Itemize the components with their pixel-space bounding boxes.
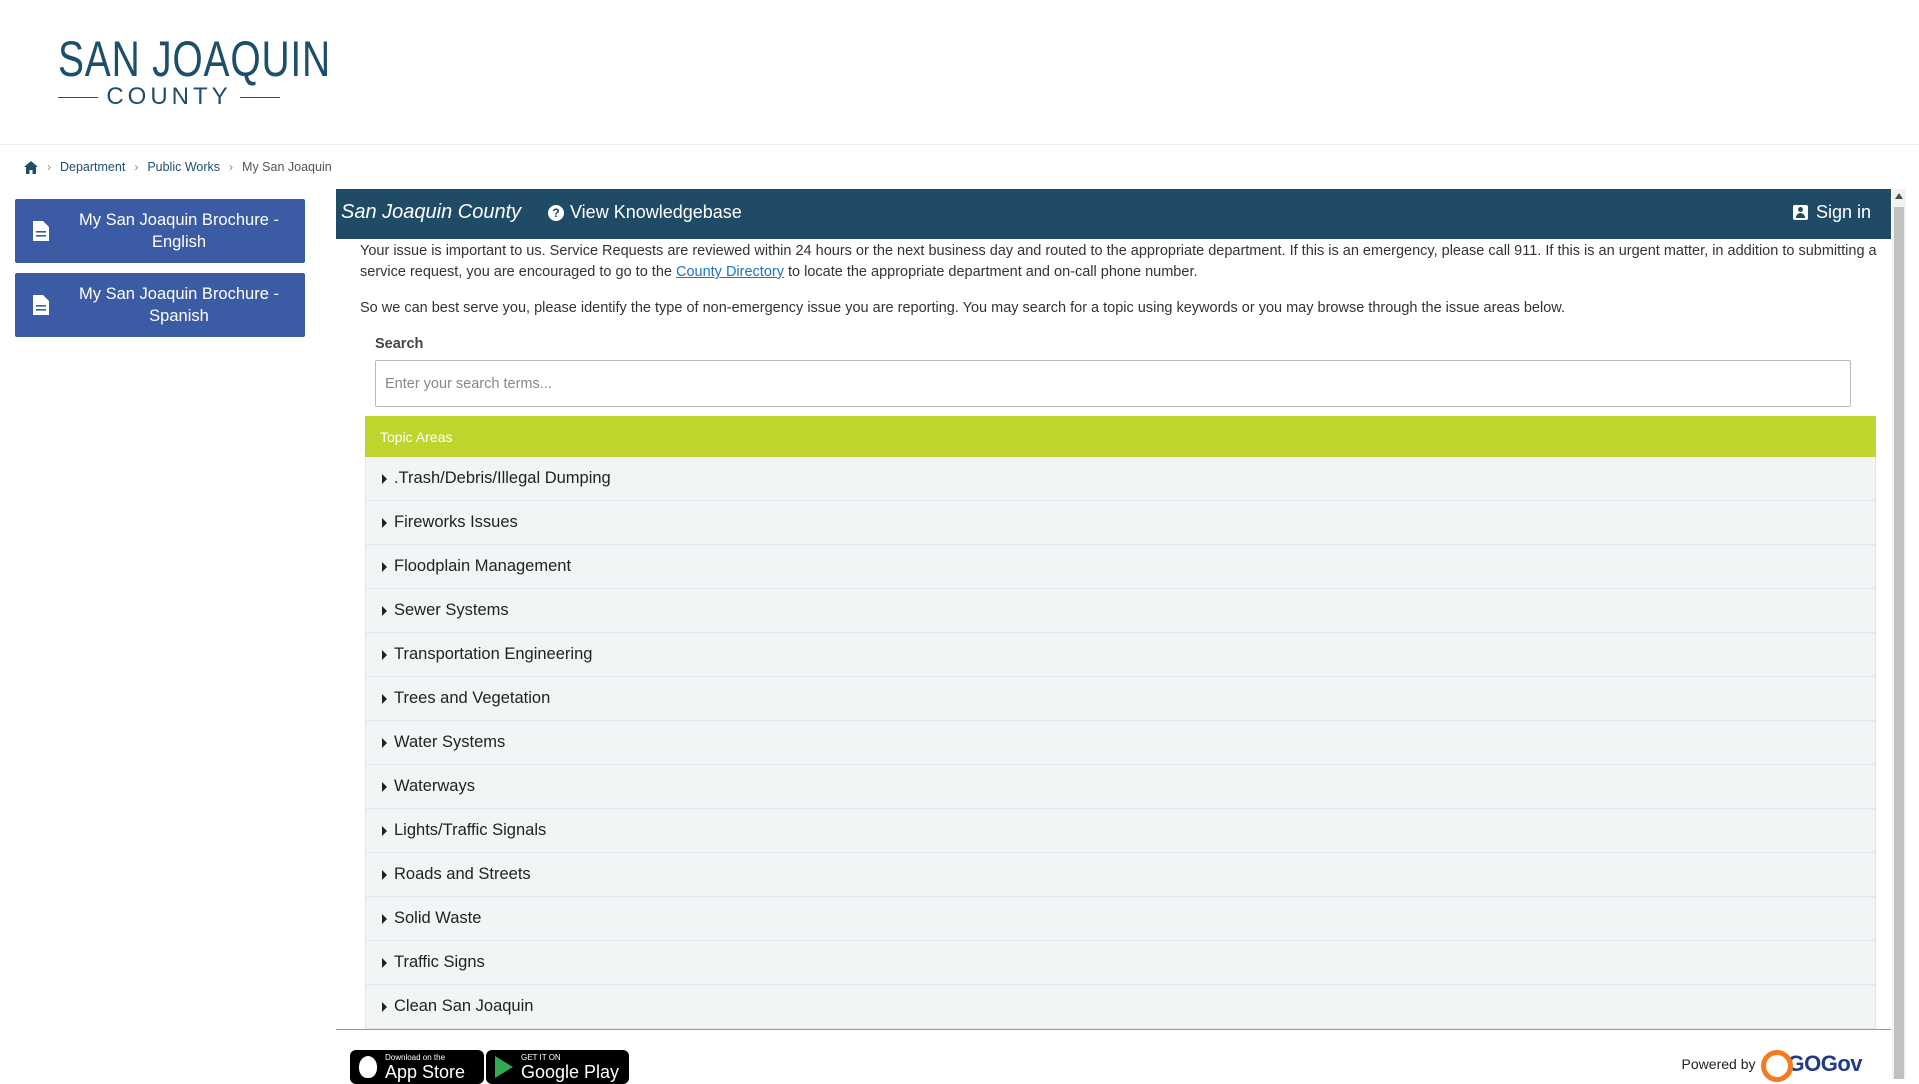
- topic-label: Sewer Systems: [394, 601, 509, 619]
- topic-item[interactable]: Waterways: [365, 765, 1876, 809]
- caret-right-icon: [382, 693, 387, 704]
- sign-in-label: Sign in: [1815, 202, 1871, 222]
- brochure-english-label: My San Joaquin Brochure - English: [79, 211, 279, 251]
- topic-item[interactable]: Trees and Vegetation: [365, 677, 1876, 721]
- topic-label: Traffic Signs: [394, 953, 485, 971]
- question-circle-icon: ?: [548, 204, 564, 221]
- caret-right-icon: [382, 1001, 387, 1012]
- caret-right-icon: [382, 517, 387, 528]
- topic-item[interactable]: Traffic Signs: [365, 941, 1876, 985]
- caret-right-icon: [382, 957, 387, 968]
- breadcrumb-separator: ›: [229, 160, 234, 174]
- powered-by[interactable]: Powered by GOGov: [1681, 1050, 1862, 1082]
- powered-by-label: Powered by: [1681, 1056, 1756, 1072]
- topic-list: .Trash/Debris/Illegal Dumping Fireworks I…: [365, 457, 1876, 1029]
- scrollbar-thumb[interactable]: [1894, 207, 1904, 1079]
- logo-rule-right: [239, 96, 280, 98]
- caret-right-icon: [382, 913, 387, 924]
- topic-label: Water Systems: [394, 733, 506, 751]
- user-icon: [1792, 205, 1808, 220]
- caret-right-icon: [382, 649, 387, 660]
- gogov-logo-text: GOGov: [1787, 1051, 1862, 1076]
- logo-rule-left: [58, 96, 99, 98]
- scroll-up-arrow-icon[interactable]: [1895, 193, 1903, 199]
- document-icon: [33, 295, 49, 315]
- intro-paragraph: Your issue is important to us. Service R…: [360, 243, 1877, 280]
- topic-item[interactable]: Clean San Joaquin: [365, 985, 1876, 1029]
- logo-county-text: COUNTY: [106, 83, 232, 110]
- knowledgebase-label: View Knowledgebase: [570, 202, 742, 222]
- brochure-spanish-label: My San Joaquin Brochure - Spanish: [79, 285, 279, 325]
- county-directory-link[interactable]: County Directory: [676, 264, 784, 280]
- breadcrumb-current: My San Joaquin: [242, 160, 332, 174]
- portal-topbar: San Joaquin County ? View Knowledgebase …: [336, 189, 1891, 239]
- topic-item[interactable]: Sewer Systems: [365, 589, 1876, 633]
- topic-label: Roads and Streets: [394, 865, 531, 883]
- google-play-small-text: GET IT ON: [521, 1052, 561, 1062]
- google-play-icon: [495, 1056, 513, 1078]
- site-header: SAN JOAQUIN COUNTY: [0, 0, 1919, 145]
- topic-label: Transportation Engineering: [394, 645, 593, 663]
- portal-brand[interactable]: San Joaquin County: [341, 201, 521, 224]
- topic-areas-panel: Topic Areas .Trash/Debris/Illegal Dumpin…: [365, 416, 1876, 1029]
- caret-right-icon: [382, 561, 387, 572]
- topic-item[interactable]: Floodplain Management: [365, 545, 1876, 589]
- topic-label: Trees and Vegetation: [394, 689, 551, 707]
- breadcrumb: › Department › Public Works › My San Joa…: [24, 158, 332, 176]
- app-store-small-text: Download on the: [385, 1052, 446, 1062]
- topic-label: Waterways: [394, 777, 475, 795]
- topic-item[interactable]: Lights/Traffic Signals: [365, 809, 1876, 853]
- sign-in-button[interactable]: Sign in: [1792, 202, 1871, 223]
- caret-right-icon: [382, 473, 387, 484]
- view-knowledgebase-link[interactable]: ? View Knowledgebase: [548, 202, 742, 223]
- home-icon[interactable]: [24, 160, 38, 174]
- county-logo[interactable]: SAN JOAQUIN COUNTY: [58, 31, 331, 110]
- caret-right-icon: [382, 605, 387, 616]
- topic-item[interactable]: Water Systems: [365, 721, 1876, 765]
- gogov-logo-icon: [1761, 1050, 1794, 1082]
- logo-wordmark: SAN JOAQUIN: [58, 31, 331, 87]
- topic-item[interactable]: Solid Waste: [365, 897, 1876, 941]
- topic-areas-heading: Topic Areas: [365, 416, 1876, 457]
- brochure-english-button[interactable]: My San Joaquin Brochure - English: [15, 199, 305, 263]
- topic-label: .Trash/Debris/Illegal Dumping: [394, 469, 611, 487]
- topic-label: Lights/Traffic Signals: [394, 821, 547, 839]
- intro-instructions: So we can best serve you, please identif…: [360, 300, 1565, 316]
- search-label: Search: [375, 336, 424, 352]
- topic-item[interactable]: .Trash/Debris/Illegal Dumping: [365, 457, 1876, 501]
- caret-right-icon: [382, 737, 387, 748]
- topic-item[interactable]: Fireworks Issues: [365, 501, 1876, 545]
- caret-right-icon: [382, 825, 387, 836]
- topic-item[interactable]: Transportation Engineering: [365, 633, 1876, 677]
- frame-scrollbar[interactable]: [1892, 189, 1906, 1079]
- footer-divider: [336, 1029, 1891, 1030]
- topic-label: Solid Waste: [394, 909, 482, 927]
- caret-right-icon: [382, 869, 387, 880]
- document-icon: [33, 221, 49, 241]
- breadcrumb-separator: ›: [47, 160, 51, 174]
- apple-icon: [359, 1056, 377, 1078]
- breadcrumb-department[interactable]: Department: [60, 160, 125, 174]
- breadcrumb-separator: ›: [134, 160, 139, 174]
- topic-label: Floodplain Management: [394, 557, 572, 575]
- service-request-frame: San Joaquin County ? View Knowledgebase …: [336, 189, 1906, 1084]
- topic-item[interactable]: Roads and Streets: [365, 853, 1876, 897]
- brochure-spanish-button[interactable]: My San Joaquin Brochure - Spanish: [15, 273, 305, 337]
- caret-right-icon: [382, 781, 387, 792]
- topic-label: Clean San Joaquin: [394, 997, 534, 1015]
- topic-label: Fireworks Issues: [394, 513, 518, 531]
- search-input[interactable]: [375, 360, 1851, 407]
- breadcrumb-public-works[interactable]: Public Works: [147, 160, 220, 174]
